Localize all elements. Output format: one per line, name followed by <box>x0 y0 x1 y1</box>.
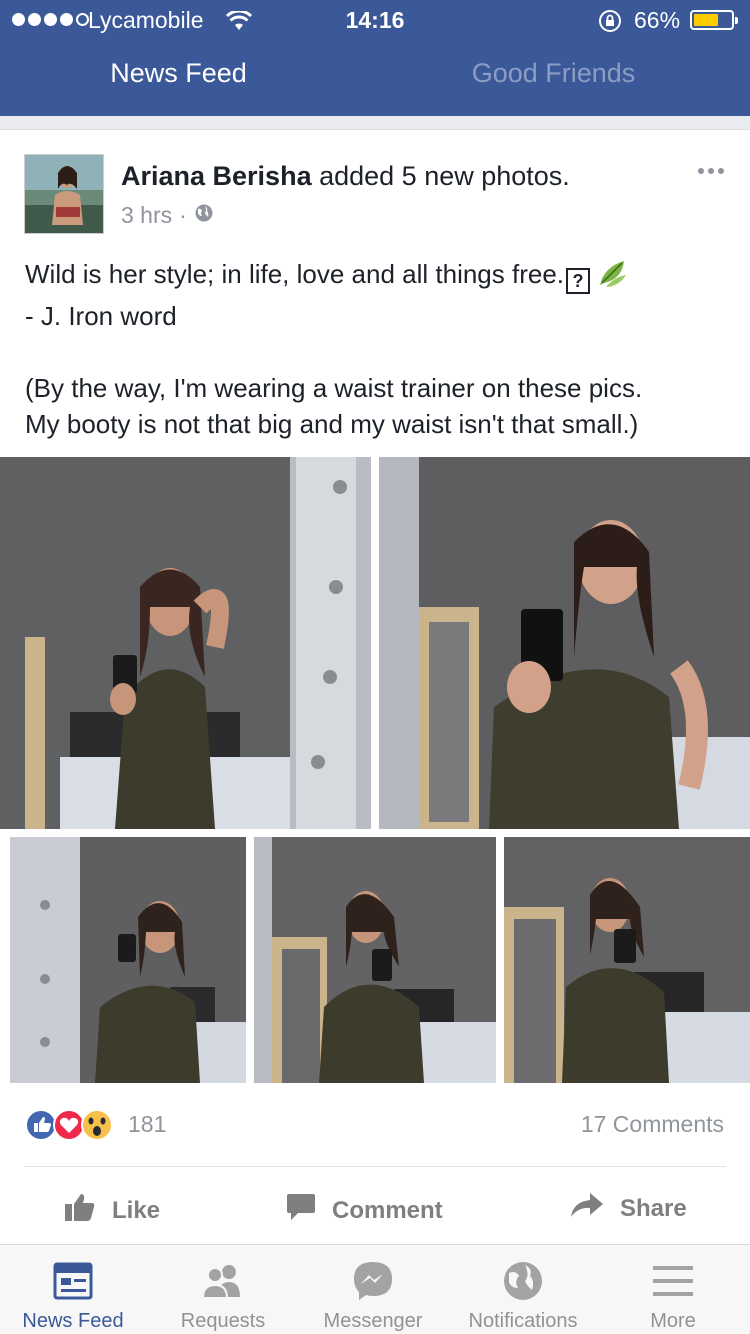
post-action: added 5 new photos. <box>311 161 570 191</box>
post-text-line: - J. Iron word <box>25 301 177 331</box>
post-photo-4[interactable] <box>254 837 496 1083</box>
tabbar-label: Requests <box>180 1310 266 1332</box>
tab-news-feed[interactable]: News Feed <box>0 58 357 89</box>
post-photo-3[interactable] <box>10 837 246 1083</box>
comments-count[interactable]: 17 Comments <box>581 1111 724 1138</box>
love-reaction-icon <box>53 1109 85 1141</box>
share-button[interactable]: Share <box>570 1192 687 1225</box>
post-photo-1[interactable] <box>0 457 371 829</box>
tabbar-label: Messenger <box>323 1310 423 1332</box>
tabbar-requests[interactable]: Requests <box>148 1257 298 1333</box>
avatar[interactable] <box>24 154 104 234</box>
tabbar-more[interactable]: More <box>598 1257 748 1333</box>
post-photo-5[interactable] <box>504 837 750 1083</box>
post-body: Wild is her style; in life, love and all… <box>25 256 725 442</box>
battery-percent: 66% <box>634 7 681 33</box>
tabbar-label: Notifications <box>468 1310 578 1332</box>
meta-separator: · <box>179 202 187 228</box>
post-text-line: Wild is her style; in life, love and all… <box>25 259 565 289</box>
tabbar-label: More <box>650 1310 696 1332</box>
reaction-count[interactable]: 181 <box>128 1111 166 1138</box>
leaf-emoji-icon <box>596 257 628 298</box>
unknown-glyph: ? <box>566 268 591 294</box>
reactions-summary[interactable]: 181 17 Comments <box>0 1100 750 1150</box>
post-timestamp[interactable]: 3 hrs <box>121 202 172 229</box>
divider <box>24 1166 726 1167</box>
share-arrow-icon <box>570 1192 604 1225</box>
news-feed-icon <box>0 1257 148 1305</box>
post-text-line: My booty is not that big and my waist is… <box>25 409 639 439</box>
friend-requests-icon <box>148 1257 298 1305</box>
bottom-tab-bar: News Feed Requests Messenger Notificatio… <box>0 1244 750 1334</box>
battery-icon <box>690 10 738 30</box>
comment-label: Comment <box>332 1196 443 1224</box>
app-header: Lycamobile 14:16 66% News Feed Good Frie… <box>0 0 750 116</box>
tabbar-notifications[interactable]: Notifications <box>448 1257 598 1333</box>
post-meta: 3 hrs · <box>121 202 214 229</box>
tabbar-news-feed[interactable]: News Feed <box>0 1257 148 1333</box>
post-title: Ariana Berisha added 5 new photos. <box>121 161 570 192</box>
like-label: Like <box>112 1196 161 1224</box>
messenger-icon <box>298 1257 448 1305</box>
post-text-line: (By the way, I'm wearing a waist trainer… <box>25 373 643 403</box>
comment-bubble-icon <box>286 1192 316 1229</box>
post-options-icon[interactable] <box>698 168 724 174</box>
globe-icon <box>448 1257 598 1305</box>
author-name[interactable]: Ariana Berisha <box>121 161 312 191</box>
thumbs-up-icon <box>64 1192 96 1229</box>
share-label: Share <box>620 1194 687 1222</box>
rotation-lock-icon <box>598 9 622 39</box>
reaction-icons <box>24 1108 124 1142</box>
post-header: Ariana Berisha added 5 new photos. 3 hrs… <box>0 130 750 240</box>
tabbar-label: News Feed <box>22 1310 124 1332</box>
tab-good-friends[interactable]: Good Friends <box>357 58 750 89</box>
wow-reaction-icon <box>81 1109 113 1141</box>
like-button[interactable]: Like <box>64 1192 160 1229</box>
post-actions: Like Comment Share <box>0 1170 750 1244</box>
feed-separator <box>0 116 750 130</box>
post-photo-2[interactable] <box>379 457 750 829</box>
menu-icon <box>598 1257 748 1305</box>
like-reaction-icon <box>25 1109 57 1141</box>
globe-icon <box>194 202 214 229</box>
top-nav-tabs: News Feed Good Friends <box>0 40 750 116</box>
comment-button[interactable]: Comment <box>286 1192 443 1229</box>
status-bar: Lycamobile 14:16 66% <box>0 0 750 40</box>
tabbar-messenger[interactable]: Messenger <box>298 1257 448 1333</box>
